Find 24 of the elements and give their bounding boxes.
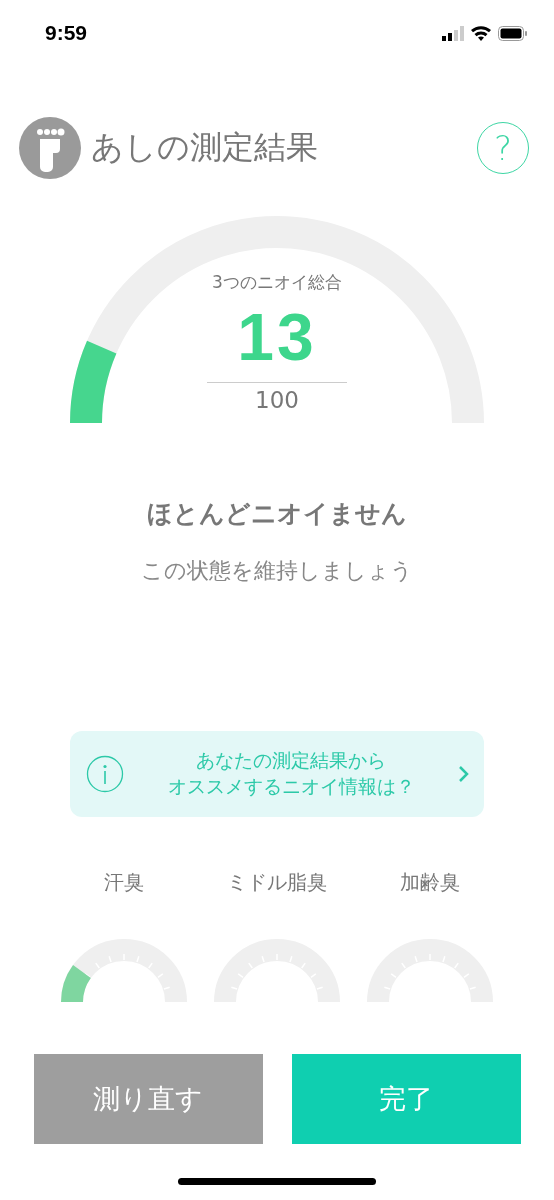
gauge-label: 3つのニオイ総合 (212, 271, 342, 294)
info-text-line: あなたの測定結果から (196, 748, 386, 774)
category-gauge-fill (61, 965, 92, 1002)
max-score: 100 (255, 387, 299, 413)
status-time: 9:59 (45, 21, 88, 45)
category-name: 加齢臭 (400, 869, 460, 896)
retry-button[interactable]: 測り直す (33, 1054, 263, 1144)
info-icon (86, 755, 124, 793)
category-name: 汗臭 (104, 869, 144, 896)
category-name: ミドル脂臭 (227, 869, 327, 896)
total-score: 13 (237, 304, 317, 370)
page-title: あしの測定結果 (91, 127, 318, 168)
chevron-right-icon (458, 765, 470, 783)
help-button[interactable]: ? (477, 122, 529, 174)
home-indicator[interactable] (178, 1178, 376, 1185)
wifi-icon (470, 25, 492, 41)
signal-icon (442, 25, 464, 41)
result-title: ほとんどニオイません (147, 498, 407, 530)
battery-icon (498, 25, 528, 41)
done-button[interactable]: 完了 (291, 1054, 521, 1144)
info-text-line: オススメするニオイ情報は？ (167, 774, 415, 799)
result-subtitle: この状態を維持しましょう (141, 557, 413, 585)
foot-icon (19, 117, 81, 179)
info-card[interactable]: あなたの測定結果から オススメするニオイ情報は？ (70, 731, 484, 817)
